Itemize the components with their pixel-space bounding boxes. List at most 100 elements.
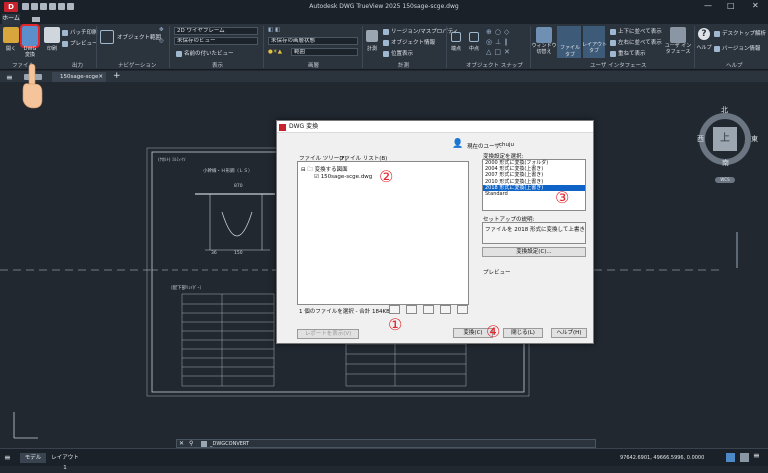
layer-state-select[interactable]: 未保存の画層状態 — [268, 37, 358, 45]
object-info-label: オブジェクト情報 — [391, 40, 436, 46]
view-select[interactable]: 未保存のビュー — [174, 37, 258, 45]
tab-home[interactable]: ホーム — [2, 14, 20, 24]
orbit-icon[interactable]: ◎ — [159, 38, 164, 44]
save-list-icon[interactable] — [457, 305, 468, 314]
tree-file-label: 150sage-scge.dwg — [320, 174, 373, 180]
cascade-icon — [610, 50, 616, 57]
layout-tabs-label: レイアウト タブ — [582, 42, 608, 54]
object-info-button[interactable]: オブジェクト情報 — [383, 38, 435, 46]
wcs-menu[interactable]: WCS — [715, 177, 735, 183]
drawing-table-heading: （配下部ﾘｭｲﾀﾞｰ） — [168, 286, 204, 291]
osnap-icons-row2[interactable]: ◎⊥∥ — [486, 38, 511, 46]
add-tab-button[interactable]: + — [113, 71, 121, 81]
preview-button[interactable]: プレビュー — [62, 39, 98, 47]
tab-model[interactable]: モデル — [20, 453, 46, 463]
file-checkbox[interactable]: ☑ — [314, 174, 319, 180]
tree-root-label: 変換する図面 — [314, 167, 348, 173]
window-switch-icon[interactable] — [536, 27, 552, 43]
object-info-icon — [383, 39, 389, 46]
viewcube-south[interactable]: 南 — [722, 158, 729, 168]
viewcube-west[interactable]: 西 — [697, 134, 704, 144]
append-list-icon[interactable] — [440, 305, 451, 314]
setup-desc-box: ファイルを 2018 形式に変換して上書き — [482, 222, 586, 244]
user-interface-label: ユーザ イン タフェース — [664, 43, 692, 55]
zoom-extents-button[interactable]: オブジェクト範囲 — [117, 33, 161, 41]
midpoint-icon[interactable] — [469, 32, 479, 42]
dialog-title: DWG 変換 — [289, 123, 319, 130]
close-button[interactable]: ✕ — [752, 1, 759, 10]
setting-item[interactable]: Standard — [483, 191, 585, 197]
current-user-value: chuju — [499, 142, 515, 148]
desktop-analytics-button[interactable]: デスクトップ解析 — [714, 29, 766, 37]
measure-icon[interactable] — [366, 30, 378, 42]
tab-drawing-file[interactable]: 150sage-scge ✕ — [52, 72, 106, 82]
ribbon-tab-bar: ホーム — [0, 14, 768, 24]
close-tab-icon[interactable]: ✕ — [98, 72, 103, 82]
annotation-2: ② — [379, 167, 394, 186]
coordinate-readout: 97642.6901, 49666.5996, 0.0000 — [620, 455, 705, 461]
zoom-icon[interactable]: ✥ — [159, 27, 164, 33]
status-icon-2[interactable] — [740, 453, 749, 462]
viewcube-east[interactable]: 東 — [751, 134, 758, 144]
tile-horizontal-button[interactable]: 上下に並べて表示 — [610, 27, 662, 35]
print-icon[interactable] — [44, 27, 60, 43]
status-menu-icon[interactable]: ≡ — [753, 451, 760, 460]
ribbon-toggle-icon[interactable] — [32, 17, 40, 22]
layout-menu-icon[interactable]: ≡ — [4, 453, 11, 462]
help-icon[interactable]: ? — [698, 28, 710, 40]
pan-icon[interactable] — [100, 30, 114, 44]
region-mass-button[interactable]: リージョン/マスプロパティ — [383, 27, 458, 35]
panel-navigation-label: ナビゲーション — [118, 63, 157, 69]
open-list-icon[interactable] — [423, 305, 434, 314]
status-icon-1[interactable] — [726, 453, 735, 462]
menu-icon[interactable]: ≡ — [6, 73, 13, 82]
command-line[interactable]: ✕ ⚲ _DWGCONVERT — [176, 439, 596, 448]
named-views-icon — [176, 50, 182, 57]
endpoint-icon[interactable] — [451, 32, 461, 42]
tile-vertical-button[interactable]: 左右に並べて表示 — [610, 38, 662, 46]
batch-print-button[interactable]: バッチ印刷 — [62, 28, 98, 36]
tree-file-item[interactable]: ☑ 150sage-scge.dwg — [314, 174, 372, 180]
viewcube-top-face[interactable]: 上 — [713, 127, 737, 151]
close-dialog-button[interactable]: 閉じる(L) — [503, 328, 543, 338]
annotation-3: ③ — [555, 188, 570, 207]
panel-view-label: 表示 — [212, 63, 224, 69]
tab-layout1[interactable]: レイアウト1 — [50, 453, 80, 471]
panel-output-label: 出力 — [72, 63, 84, 69]
minimize-button[interactable]: — — [704, 1, 712, 10]
layer-properties-icon[interactable]: ◧ ◧ — [268, 27, 280, 33]
midpoint-label: 中点 — [468, 46, 479, 52]
osnap-icons-row3[interactable]: △□✕ — [486, 48, 513, 56]
command-settings-icon[interactable]: ⚲ — [189, 440, 193, 447]
setting-list[interactable]: 2000 形式に変換(フォルダ) 2004 形式に変換(上書き) 2007 形式… — [482, 159, 586, 211]
command-prompt-icon — [201, 441, 207, 447]
version-info-button[interactable]: バージョン情報 — [714, 44, 760, 52]
named-views-button[interactable]: 名前の付いたビュー — [176, 49, 234, 57]
osnap-icons-row1[interactable]: ⊕○◇ — [486, 28, 512, 36]
remove-file-icon[interactable] — [406, 305, 417, 314]
viewcube-north[interactable]: 北 — [721, 105, 728, 115]
tile-horizontal-label: 上下に並べて表示 — [618, 29, 662, 35]
drawing-dim-36: 36 — [211, 251, 217, 256]
command-close-icon[interactable]: ✕ — [179, 440, 184, 447]
layer-select[interactable]: 範囲 — [291, 48, 358, 56]
ribbon: 開く DWG 変換 印刷 ファイル バッチ印刷 プレビュー 出力 オブジェクト範… — [0, 24, 768, 70]
open-icon[interactable] — [3, 27, 19, 43]
dwg-convert-dialog: DWG 変換 ファイル ツリー(F) ファイル リスト(B) 👤 現在のユーザ:… — [276, 120, 594, 344]
add-file-icon[interactable] — [389, 305, 400, 314]
visual-style-select[interactable]: 2D ワイヤフレーム — [174, 27, 258, 35]
drawing-subtitle: 小幹線・Ｈ形鋼（ＬＳ） — [203, 169, 253, 174]
report-button[interactable]: レポートを表示(V) — [297, 329, 359, 339]
convert-setup-button[interactable]: 変換設定(C)... — [482, 247, 586, 257]
info-icon — [714, 45, 720, 52]
user-interface-icon[interactable] — [670, 27, 686, 43]
position-button[interactable]: 位置表示 — [383, 49, 413, 57]
maximize-button[interactable]: □ — [727, 1, 735, 10]
layer-icons[interactable]: ●☀▲ — [268, 49, 282, 55]
setup-desc-text: ファイルを 2018 形式に変換して上書き — [485, 227, 585, 233]
drawing-dim-870: 870 — [234, 184, 243, 189]
cascade-button[interactable]: 重ねて表示 — [610, 49, 646, 57]
tree-root-icon: 🗀 — [307, 167, 313, 173]
help-dialog-button[interactable]: ヘルプ(H) — [551, 328, 587, 338]
dwg-convert-button[interactable] — [20, 24, 40, 48]
